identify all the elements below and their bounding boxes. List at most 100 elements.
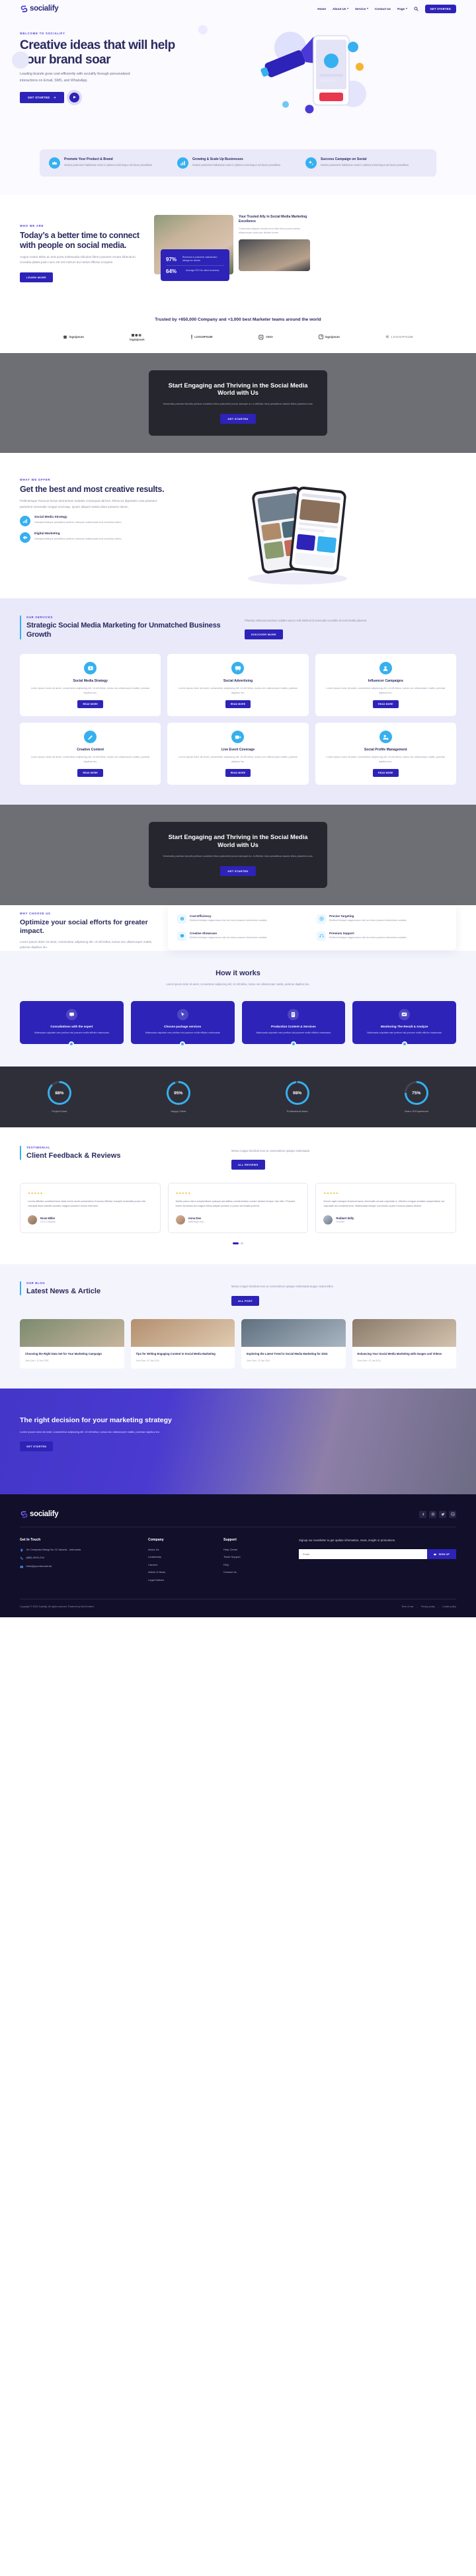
offer-title: Digital Marketing [34, 532, 60, 536]
decor-blob [12, 52, 29, 69]
progress-ring: 88% [47, 1081, 71, 1106]
client-logo-text: OGO [266, 335, 273, 339]
news-title: Exploring the Latest Trend in Social Med… [247, 1351, 328, 1355]
chevron-down-icon [366, 8, 368, 9]
legal-link-cookie[interactable]: Cookie policy [442, 1605, 456, 1608]
linkedin-icon[interactable] [449, 1510, 456, 1518]
service-card[interactable]: Social Media Strategy Lorem ipsum dolor … [20, 654, 161, 717]
footer-logo[interactable]: socialify [20, 1510, 59, 1519]
coin-icon [177, 914, 186, 924]
learn-more-button[interactable]: LEARN MORE [20, 272, 53, 282]
read-more-button[interactable]: READ MORE [225, 700, 251, 709]
news-card[interactable]: Choosing the Right Data Set for Your Mar… [20, 1318, 124, 1369]
nav-label: About Us [333, 7, 346, 11]
service-card[interactable]: Social Advertising Lorem ipsum dolor sit… [167, 654, 309, 717]
footer-newsletter: Signup our newsletter to get update info… [299, 1538, 456, 1586]
stat-value: 98% [293, 1090, 302, 1096]
newsletter-email-input[interactable] [299, 1549, 428, 1560]
news-card[interactable]: Enhancing Your Social Media Marketing wi… [352, 1318, 456, 1369]
feature-strip: Promote Your Product & Brand Nostra partu… [40, 149, 436, 177]
banner-title: The right decision for your marketing st… [20, 1416, 172, 1424]
read-more-button[interactable]: READ MORE [373, 700, 399, 709]
carousel-dot-active[interactable] [233, 1242, 239, 1245]
footer-link-article-news[interactable]: Article & News [148, 1570, 208, 1574]
read-more-button[interactable]: READ MORE [373, 769, 399, 778]
nav-label: Page [397, 7, 405, 11]
feature-item: Success Campaign on Social Nostra parturi… [305, 157, 427, 169]
facebook-icon[interactable] [419, 1510, 426, 1518]
play-video-button[interactable] [69, 92, 80, 102]
banner-desc: Lorem ipsum dolor sit amet, consectetur … [20, 1430, 161, 1434]
newsletter-signup-button[interactable]: SIGN UP [427, 1549, 456, 1560]
side-card-photo [239, 239, 310, 271]
service-card[interactable]: Creative Content Lorem ipsum dolor sit a… [20, 723, 161, 785]
section-desc: Metus congue tincidunt eros ac consectet… [231, 1285, 333, 1289]
get-started-button[interactable]: GET STARTED [424, 4, 456, 13]
instagram-icon[interactable] [429, 1510, 436, 1518]
news-grid: Choosing the Right Data Set for Your Mar… [0, 1318, 476, 1369]
footer-email-row[interactable]: hello@yourdomain.tld [20, 1564, 132, 1569]
service-title: Creative Content [77, 748, 104, 752]
news-card[interactable]: Tips for Writing Engaging Content in Soc… [130, 1318, 235, 1369]
carousel-dots [0, 1242, 476, 1245]
read-more-button[interactable]: READ MORE [77, 700, 103, 709]
footer-link-ticket-support[interactable]: Ticket Support [223, 1555, 283, 1558]
benefit-desc: Eleifend tristique magna lacus nisl nec … [190, 936, 267, 939]
stat-label: Average ROI for client business [186, 269, 219, 272]
footer-link-help-center[interactable]: Help Center [223, 1548, 283, 1551]
benefit-title: Precise Targeting [329, 914, 354, 918]
client-logo: logoipsum [63, 335, 84, 339]
nav-item-about-us[interactable]: About Us [333, 7, 348, 11]
cta-get-started-button[interactable]: GET STARTED [220, 414, 256, 424]
banner-get-started-button[interactable]: GET STARTED [20, 1441, 54, 1452]
cta-get-started-button[interactable]: GET STARTED [220, 865, 256, 876]
footer-link-faq[interactable]: FAQ [223, 1563, 283, 1566]
footer-link-contact-us[interactable]: Contact Us [223, 1570, 283, 1574]
all-post-button[interactable]: ALL POST [231, 1295, 260, 1306]
read-more-button[interactable]: READ MORE [225, 769, 251, 778]
legal-link-privacy[interactable]: Privacy policy [421, 1605, 435, 1608]
service-card[interactable]: Social Profile Management Lorem ipsum do… [315, 723, 456, 785]
footer-link-careers[interactable]: Careers [148, 1563, 208, 1566]
service-title: Social Advertising [223, 679, 253, 684]
service-card[interactable]: Live Event Coverage Lorem ipsum dolor si… [167, 723, 309, 785]
nav-item-page[interactable]: Page [397, 7, 407, 11]
cta-card: Start Engaging and Thriving in the Socia… [149, 822, 327, 888]
twitter-icon[interactable] [439, 1510, 446, 1518]
client-logo: logoipsum [130, 333, 145, 341]
section-desc: Lorem ipsum dolor sit amet, consectetur … [20, 940, 153, 949]
footer-link-leadership[interactable]: Leadership [148, 1555, 208, 1558]
benefit-title: Cost Efficiency [190, 914, 212, 918]
benefit-title: Premium Support [329, 931, 354, 935]
site-logo[interactable]: socialify [20, 5, 59, 13]
feature-desc: Nostra parturient habitasse amet in plat… [321, 163, 409, 167]
all-reviews-button[interactable]: ALL REVIEWS [231, 1160, 265, 1170]
read-more-button[interactable]: READ MORE [77, 769, 103, 778]
progress-ring: 98% [285, 1081, 309, 1106]
target-icon [317, 914, 326, 924]
service-title: Social Media Strategy [73, 679, 108, 684]
section-title: How it works [216, 969, 260, 977]
search-icon[interactable] [414, 6, 418, 11]
section-eyebrow: WHY CHOOSE US [20, 911, 51, 915]
service-card[interactable]: Influencer Campaigns Lorem ipsum dolor s… [315, 654, 456, 717]
site-footer: socialify Get In Touch Jln Cempaka Wangi… [0, 1494, 476, 1618]
footer-link-about-us[interactable]: About Us [148, 1548, 208, 1551]
footer-phone-row[interactable]: (888) 4000-234 [20, 1556, 132, 1560]
legal-link-terms[interactable]: Term of use [401, 1605, 413, 1608]
news-card[interactable]: Exploring the Latest Trend in Social Med… [241, 1318, 346, 1369]
hero-section: WELCOME TO SOCIALIFY Creative ideas that… [0, 17, 476, 149]
discover-more-button[interactable]: DISCOVER MORE [245, 629, 283, 640]
footer-email: hello@yourdomain.tld [26, 1564, 52, 1568]
service-desc: Lorem ipsum dolor sit amet, consectetur … [30, 687, 150, 694]
nav-item-home[interactable]: Home [317, 7, 326, 11]
benefit-desc: Eleifend tristique magna lacus nisl nec … [329, 918, 407, 922]
carousel-dot[interactable] [241, 1242, 243, 1245]
hero-get-started-button[interactable]: GET STARTED [20, 91, 65, 103]
footer-link-legal-notices[interactable]: Legal Notices [148, 1578, 208, 1582]
socialify-logo-icon [20, 5, 28, 13]
feature-title: Success Campaign on Social [321, 157, 367, 161]
nav-item-contact-us[interactable]: Contact Us [375, 7, 391, 11]
nav-item-service[interactable]: Service [355, 7, 368, 11]
section-title: Optimize your social efforts for greater… [20, 918, 148, 935]
